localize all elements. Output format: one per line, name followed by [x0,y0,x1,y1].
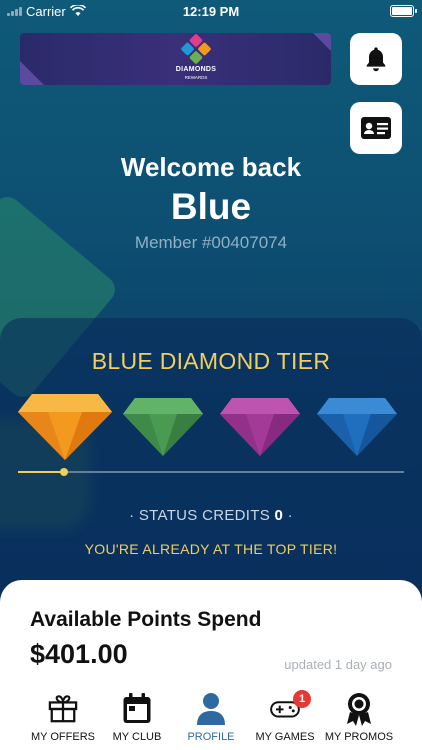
tab-my-games[interactable]: 1 MY GAMES [243,690,327,750]
logo-subtitle: REWARDS [184,75,208,80]
status-credits-label: · STATUS CREDITS [129,507,271,524]
status-bar: Carrier 12:19 PM [0,0,422,22]
tab-label: MY GAMES [255,731,315,743]
points-updated: updated 1 day ago [284,657,392,672]
orange-gem-icon [18,394,112,460]
calendar-icon [122,693,152,724]
top-tier-message: YOU'RE ALREADY AT THE TOP TIER! [84,541,338,557]
notification-badge: 1 [293,690,311,708]
points-sheet: Available Points Spend $401.00 updated 1… [0,580,422,750]
blue-gem-icon [317,398,397,456]
tier-progress-track [18,471,404,473]
clock: 12:19 PM [182,3,240,19]
tab-label: PROFILE [187,731,235,743]
tab-label: MY PROMOS [324,731,394,743]
battery-icon [390,5,417,17]
points-title: Available Points Spend [30,608,262,631]
member-card-button[interactable] [350,102,402,154]
logo-title: DIAMONDS [175,66,217,73]
tab-my-offers[interactable]: MY OFFERS [21,690,105,750]
tab-label: MY CLUB [112,731,162,743]
green-gem-icon [123,398,203,456]
award-icon [344,693,374,726]
notifications-button[interactable] [350,33,402,85]
member-number: Member #00407074 [134,233,288,252]
tab-my-promos[interactable]: MY PROMOS [317,690,401,750]
diamonds-logo-icon [180,33,212,65]
gift-icon [48,694,78,724]
tab-my-club[interactable]: MY CLUB [95,690,179,750]
tier-title: BLUE DIAMOND TIER [91,348,331,374]
diamonds-rewards-banner[interactable]: DIAMONDS REWARDS [20,33,331,85]
welcome-heading: Welcome back [120,152,302,182]
tier-progress-fill [18,471,64,473]
bell-icon [366,47,386,72]
member-name: Blue [170,186,252,227]
tab-bar: MY OFFERS MY CLUB PROFILE 1 MY GAMES MY … [0,690,422,750]
person-icon [196,693,226,725]
status-credits-suffix: · [287,507,293,524]
tier-progress-knob [60,468,68,476]
tab-profile[interactable]: PROFILE [169,690,253,750]
tier-gems [0,394,422,460]
tab-label: MY OFFERS [31,731,95,743]
status-credits-value: 0 [274,507,284,524]
points-value: $401.00 [30,639,128,669]
status-credits: · STATUS CREDITS 0 · [0,507,422,524]
purple-gem-icon [220,398,300,456]
id-card-icon [361,117,391,139]
